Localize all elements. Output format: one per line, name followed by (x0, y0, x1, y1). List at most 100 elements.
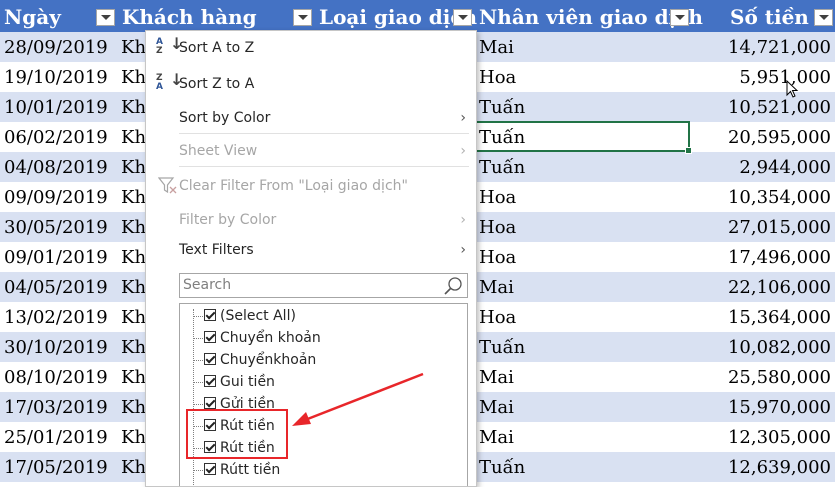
tree-connector (193, 382, 203, 384)
search-icon (444, 277, 462, 295)
cell-staff[interactable]: Mai (479, 272, 514, 302)
cell-staff[interactable]: Mai (479, 392, 514, 422)
cell-customer[interactable]: Kh (121, 242, 146, 272)
highlight-box (186, 409, 288, 459)
chevron-right-icon: › (460, 110, 466, 126)
cell-amount[interactable]: 25,580,000 (728, 362, 831, 392)
cell-staff[interactable]: Mai (479, 32, 514, 62)
checkbox[interactable] (204, 375, 216, 387)
cell-customer[interactable]: Kh (121, 152, 146, 182)
cell-amount[interactable]: 17,496,000 (728, 242, 831, 272)
cell-staff[interactable]: Hoa (479, 62, 516, 92)
cell-amount[interactable]: 12,305,000 (728, 422, 831, 452)
cell-staff[interactable]: Tuấn (479, 152, 525, 182)
cell-customer[interactable]: Kh (121, 212, 146, 242)
filter-dropdown-so-tien[interactable] (814, 9, 833, 26)
cell-amount[interactable]: 10,082,000 (728, 332, 831, 362)
tree-connector (193, 470, 203, 472)
filter-value-item[interactable]: Chuyển khoản (180, 327, 460, 349)
cell-date[interactable]: 09/09/2019 (4, 182, 108, 212)
cell-date[interactable]: 28/09/2019 (4, 32, 108, 62)
cell-customer[interactable]: Kh (121, 92, 146, 122)
checkbox[interactable] (204, 309, 216, 321)
cell-staff[interactable]: Mai (479, 362, 514, 392)
checkbox[interactable] (204, 397, 216, 409)
cell-date[interactable]: 30/05/2019 (4, 212, 108, 242)
cell-customer[interactable]: Kh (121, 392, 146, 422)
cell-amount[interactable]: 10,354,000 (728, 182, 831, 212)
cell-date[interactable]: 08/10/2019 (4, 362, 108, 392)
cell-customer[interactable]: Kh (121, 302, 146, 332)
filter-value-item[interactable]: Chuyểnkhoản (180, 349, 460, 371)
cell-staff[interactable]: Hoa (479, 212, 516, 242)
cell-customer[interactable]: Kh (121, 62, 146, 92)
cell-date[interactable]: 10/01/2019 (4, 92, 108, 122)
menu-sort-a-to-z[interactable]: AZ ↓ Sort A to Z (146, 33, 476, 63)
menu-sort-by-color[interactable]: Sort by Color › (146, 103, 476, 133)
chevron-right-icon: › (460, 212, 466, 228)
filter-value-item[interactable]: Gui tiền (180, 371, 460, 393)
cell-amount[interactable]: 22,106,000 (728, 272, 831, 302)
cell-amount[interactable]: 27,015,000 (728, 212, 831, 242)
filter-dropdown-ngay[interactable] (96, 9, 115, 26)
cell-amount[interactable]: 12,639,000 (728, 452, 831, 482)
cell-amount[interactable]: 14,721,000 (728, 32, 831, 62)
checkbox[interactable] (204, 463, 216, 475)
cell-customer[interactable]: Kh (121, 422, 146, 452)
cell-customer[interactable]: Kh (121, 452, 146, 482)
mouse-pointer-icon (786, 80, 799, 98)
chevron-right-icon: › (460, 242, 466, 258)
cell-amount[interactable]: 15,364,000 (728, 302, 831, 332)
tree-connector (193, 316, 203, 318)
filter-value-item[interactable]: Rútt tiền (180, 459, 460, 481)
cell-staff[interactable]: Tuấn (479, 92, 525, 122)
cell-amount[interactable]: 10,521,000 (728, 92, 831, 122)
cell-customer[interactable]: Kh (121, 332, 146, 362)
cell-date[interactable]: 13/02/2019 (4, 302, 108, 332)
filter-value-label: Gui tiền (220, 374, 275, 390)
cell-customer[interactable]: Kh (121, 362, 146, 392)
cell-date[interactable]: 17/03/2019 (4, 392, 108, 422)
cell-staff[interactable]: Hoa (479, 242, 516, 272)
filter-value-item[interactable]: (Select All) (180, 305, 460, 327)
cell-staff[interactable]: Tuấn (479, 452, 525, 482)
cell-amount[interactable]: 15,970,000 (728, 392, 831, 422)
cell-date[interactable]: 17/05/2019 (4, 452, 108, 482)
checkbox[interactable] (204, 353, 216, 365)
cell-date[interactable]: 30/10/2019 (4, 332, 108, 362)
filter-search-input[interactable]: Search (179, 273, 468, 298)
cell-date[interactable]: 06/02/2019 (4, 122, 108, 152)
header-nhan-vien: Nhân viên giao dịch (479, 5, 703, 29)
cell-date[interactable]: 04/08/2019 (4, 152, 108, 182)
filter-value-label: (Select All) (220, 308, 296, 324)
cell-customer[interactable]: Kh (121, 122, 146, 152)
menu-text-filters[interactable]: Text Filters › (146, 235, 476, 265)
cell-date[interactable]: 25/01/2019 (4, 422, 108, 452)
menu-sort-z-to-a[interactable]: ZA ↓ Sort Z to A (146, 69, 476, 99)
header-loai-giao-dich: Loại giao dịch (319, 5, 478, 29)
menu-clear-filter: Clear Filter From "Loại giao dịch" (146, 171, 476, 201)
filter-value-label: Rútt tiền (220, 462, 281, 478)
cell-staff[interactable]: Mai (479, 422, 514, 452)
cell-amount[interactable]: 2,944,000 (739, 152, 831, 182)
checkbox[interactable] (204, 331, 216, 343)
filter-dropdown-khach-hang[interactable] (293, 9, 312, 26)
tree-connector (193, 404, 203, 406)
selected-cell[interactable] (474, 121, 692, 154)
cell-amount[interactable]: 20,595,000 (728, 122, 831, 152)
cell-date[interactable]: 09/01/2019 (4, 242, 108, 272)
cell-staff[interactable]: Tuấn (479, 332, 525, 362)
cell-customer[interactable]: Kh (121, 182, 146, 212)
cell-customer[interactable]: Kh (121, 272, 146, 302)
cell-customer[interactable]: Kh (121, 32, 146, 62)
cell-date[interactable]: 19/10/2019 (4, 62, 108, 92)
filter-dropdown-nhan-vien[interactable] (670, 9, 689, 26)
table-header-row: Ngày Khách hàng Loại giao dịch Nhân viên… (0, 0, 835, 32)
sort-ascending-icon: AZ ↓ (156, 34, 184, 56)
cell-staff[interactable]: Hoa (479, 302, 516, 332)
chevron-right-icon: › (460, 143, 466, 159)
filter-dropdown-loai-giao-dich[interactable] (453, 9, 472, 26)
cell-date[interactable]: 04/05/2019 (4, 272, 108, 302)
filter-value-label: Chuyển khoản (220, 330, 321, 346)
cell-staff[interactable]: Hoa (479, 182, 516, 212)
